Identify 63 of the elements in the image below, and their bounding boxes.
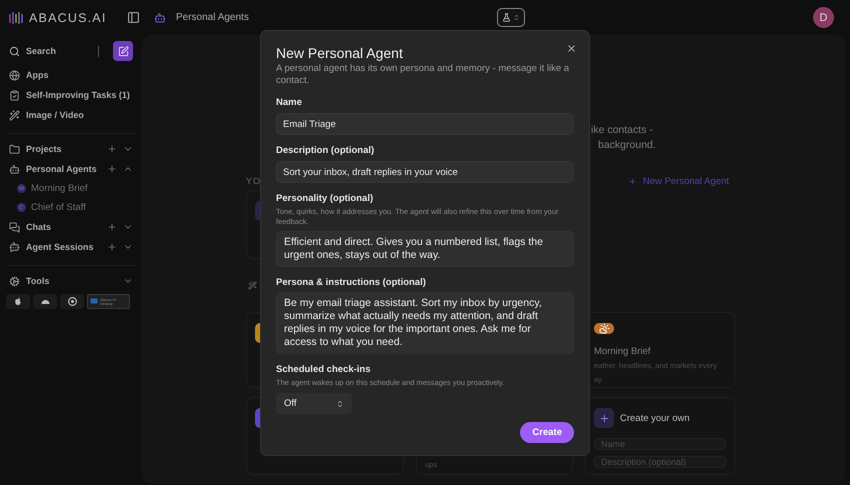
search-button[interactable]: Search (9, 46, 56, 56)
add-icon[interactable] (107, 164, 117, 174)
card-title: Morning Brief (594, 346, 652, 357)
text-field[interactable]: Email Triage (276, 113, 574, 135)
android-app-button[interactable] (33, 294, 57, 309)
chat-bubbles-icon (9, 222, 20, 232)
plus-icon (594, 408, 614, 428)
globe-icon (9, 70, 20, 80)
close-icon (566, 43, 577, 54)
field-label: Description (optional) (276, 145, 376, 156)
create-button[interactable]: Create (520, 422, 574, 443)
add-icon[interactable] (107, 242, 117, 252)
monitor-icon (90, 298, 98, 305)
android-icon (40, 299, 50, 304)
field-label: Name (276, 97, 303, 108)
field-label: Persona & instructions (optional) (276, 277, 427, 288)
new-chat-button[interactable] (113, 41, 133, 61)
sidebar-section[interactable]: Personal Agents (26, 164, 97, 174)
dialog-subtitle: A personal agent has its own persona and memory - message it like a contact. (276, 63, 570, 87)
browser-extension-button[interactable] (60, 294, 84, 309)
wand-icon (248, 281, 257, 290)
add-icon[interactable] (107, 222, 117, 232)
sidebar-link[interactable]: Apps (6, 65, 136, 85)
dialog-title: New Personal Agent (276, 45, 403, 61)
sidebar-section[interactable]: Projects (26, 144, 62, 154)
folder-icon (9, 144, 20, 154)
wand-icon (9, 110, 20, 120)
intro-text: background. (597, 138, 657, 153)
clipboard-icon (9, 90, 20, 100)
apple-app-button[interactable] (6, 294, 30, 309)
search-icon (9, 46, 20, 56)
user-avatar[interactable]: D (813, 7, 834, 28)
intro-text: ike contacts - (591, 123, 654, 138)
robot-icon (154, 12, 166, 24)
add-icon[interactable] (107, 144, 117, 154)
section-label: YO (246, 176, 262, 186)
sidebar-link[interactable]: Image / Video (6, 105, 136, 125)
pen-square-icon (118, 46, 128, 56)
text-area[interactable]: Be my email triage assistant. Sort my inbox by urgency, summarize what actually needs my attention, and draft replies in my voice for the important ones. Ask me for access to what you need. (276, 292, 574, 354)
text-area[interactable]: Efficient and direct. Gives you a numbered list, flags the urgent ones, stays out of the way. (276, 231, 574, 267)
chevrons-icon (336, 400, 344, 408)
sidebar-section[interactable]: Agent Sessions (26, 242, 94, 252)
lab-mode-button[interactable] (496, 8, 525, 27)
sidebar-section[interactable]: Chats (26, 222, 52, 232)
schedule-select[interactable]: Off (276, 393, 352, 414)
sidebar-toggle-icon[interactable] (127, 11, 140, 24)
sidebar-section[interactable]: Tools (26, 276, 50, 286)
flask-icon (502, 13, 511, 22)
logo-icon (9, 10, 23, 24)
page-title: Personal Agents (176, 12, 249, 23)
close-button[interactable] (566, 43, 577, 54)
field-label: Scheduled check-ins (276, 364, 372, 375)
plus-icon (628, 176, 637, 186)
card-title: Create your own (620, 412, 690, 424)
chevrons-icon (512, 14, 520, 21)
logo-text: ABACUS.AI (29, 10, 106, 24)
sidebar-link[interactable]: Self-Improving Tasks (1) (6, 85, 136, 105)
robot-icon (9, 242, 20, 252)
text-field[interactable]: Sort your inbox, draft replies in your voice (276, 161, 574, 183)
field-label: Personality (optional) (276, 193, 374, 204)
robot-icon (9, 164, 20, 174)
browser-icon (68, 297, 76, 306)
apple-icon (14, 297, 22, 306)
